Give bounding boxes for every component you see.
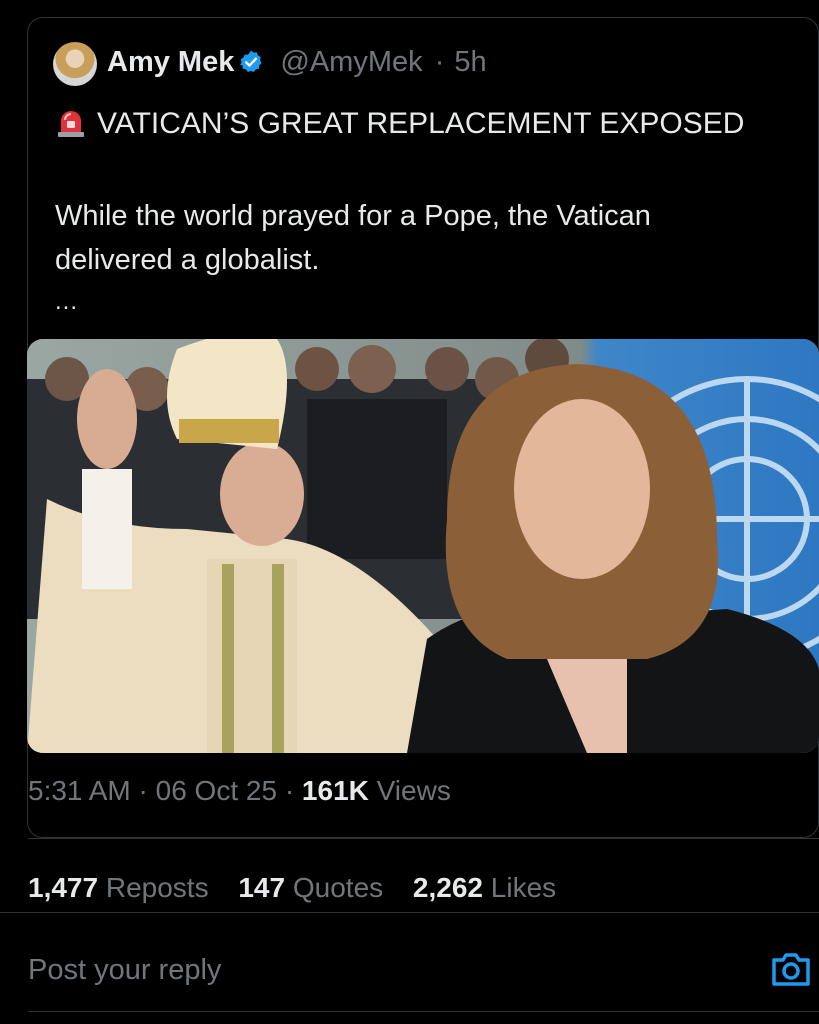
post-headline: VATICAN’S GREAT REPLACEMENT EXPOSED <box>55 106 744 141</box>
post-image-art <box>27 339 819 753</box>
views-count: 161K <box>301 775 369 806</box>
engagement-stats: 1,477 Reposts 147 Quotes 2,262 Likes <box>28 872 578 904</box>
author-handle[interactable]: @AmyMek <box>280 46 422 78</box>
reposts-label: Reposts <box>105 872 209 903</box>
quotes-count: 147 <box>238 872 286 903</box>
reply-input[interactable]: Post your reply <box>28 954 221 987</box>
reposts-count: 1,477 <box>28 872 99 903</box>
post-age[interactable]: 5h <box>454 46 486 78</box>
likes-label: Likes <box>490 872 557 903</box>
post-image[interactable] <box>27 339 819 753</box>
likes-stat[interactable]: 2,262 Likes <box>413 872 556 903</box>
quotes-stat[interactable]: 147 Quotes <box>238 872 383 903</box>
headline-text: VATICAN’S GREAT REPLACEMENT EXPOSED <box>97 107 745 140</box>
divider <box>0 912 819 913</box>
author-avatar[interactable] <box>53 42 97 86</box>
separator-dot: · <box>138 775 148 806</box>
author-line: Amy Mek @AmyMek · 5h <box>107 46 487 79</box>
quotes-label: Quotes <box>292 872 384 903</box>
siren-icon <box>58 111 84 137</box>
post-time[interactable]: 5:31 AM <box>28 775 131 806</box>
likes-count: 2,262 <box>412 872 483 903</box>
views-label: Views <box>376 775 451 806</box>
camera-icon[interactable] <box>770 950 812 988</box>
post-meta: 5:31 AM · 06 Oct 25 · 161K Views <box>28 775 451 807</box>
post-date[interactable]: 06 Oct 25 <box>156 775 277 806</box>
post-body: While the world prayed for a Pope, the V… <box>55 200 651 276</box>
verified-badge-icon <box>240 50 262 72</box>
show-more[interactable]: ... <box>55 288 78 316</box>
divider <box>28 1011 819 1012</box>
reposts-stat[interactable]: 1,477 Reposts <box>28 872 209 903</box>
separator-dot: · <box>434 46 445 78</box>
divider <box>28 838 819 839</box>
author-name[interactable]: Amy Mek <box>107 46 234 78</box>
separator-dot: · <box>284 775 295 806</box>
